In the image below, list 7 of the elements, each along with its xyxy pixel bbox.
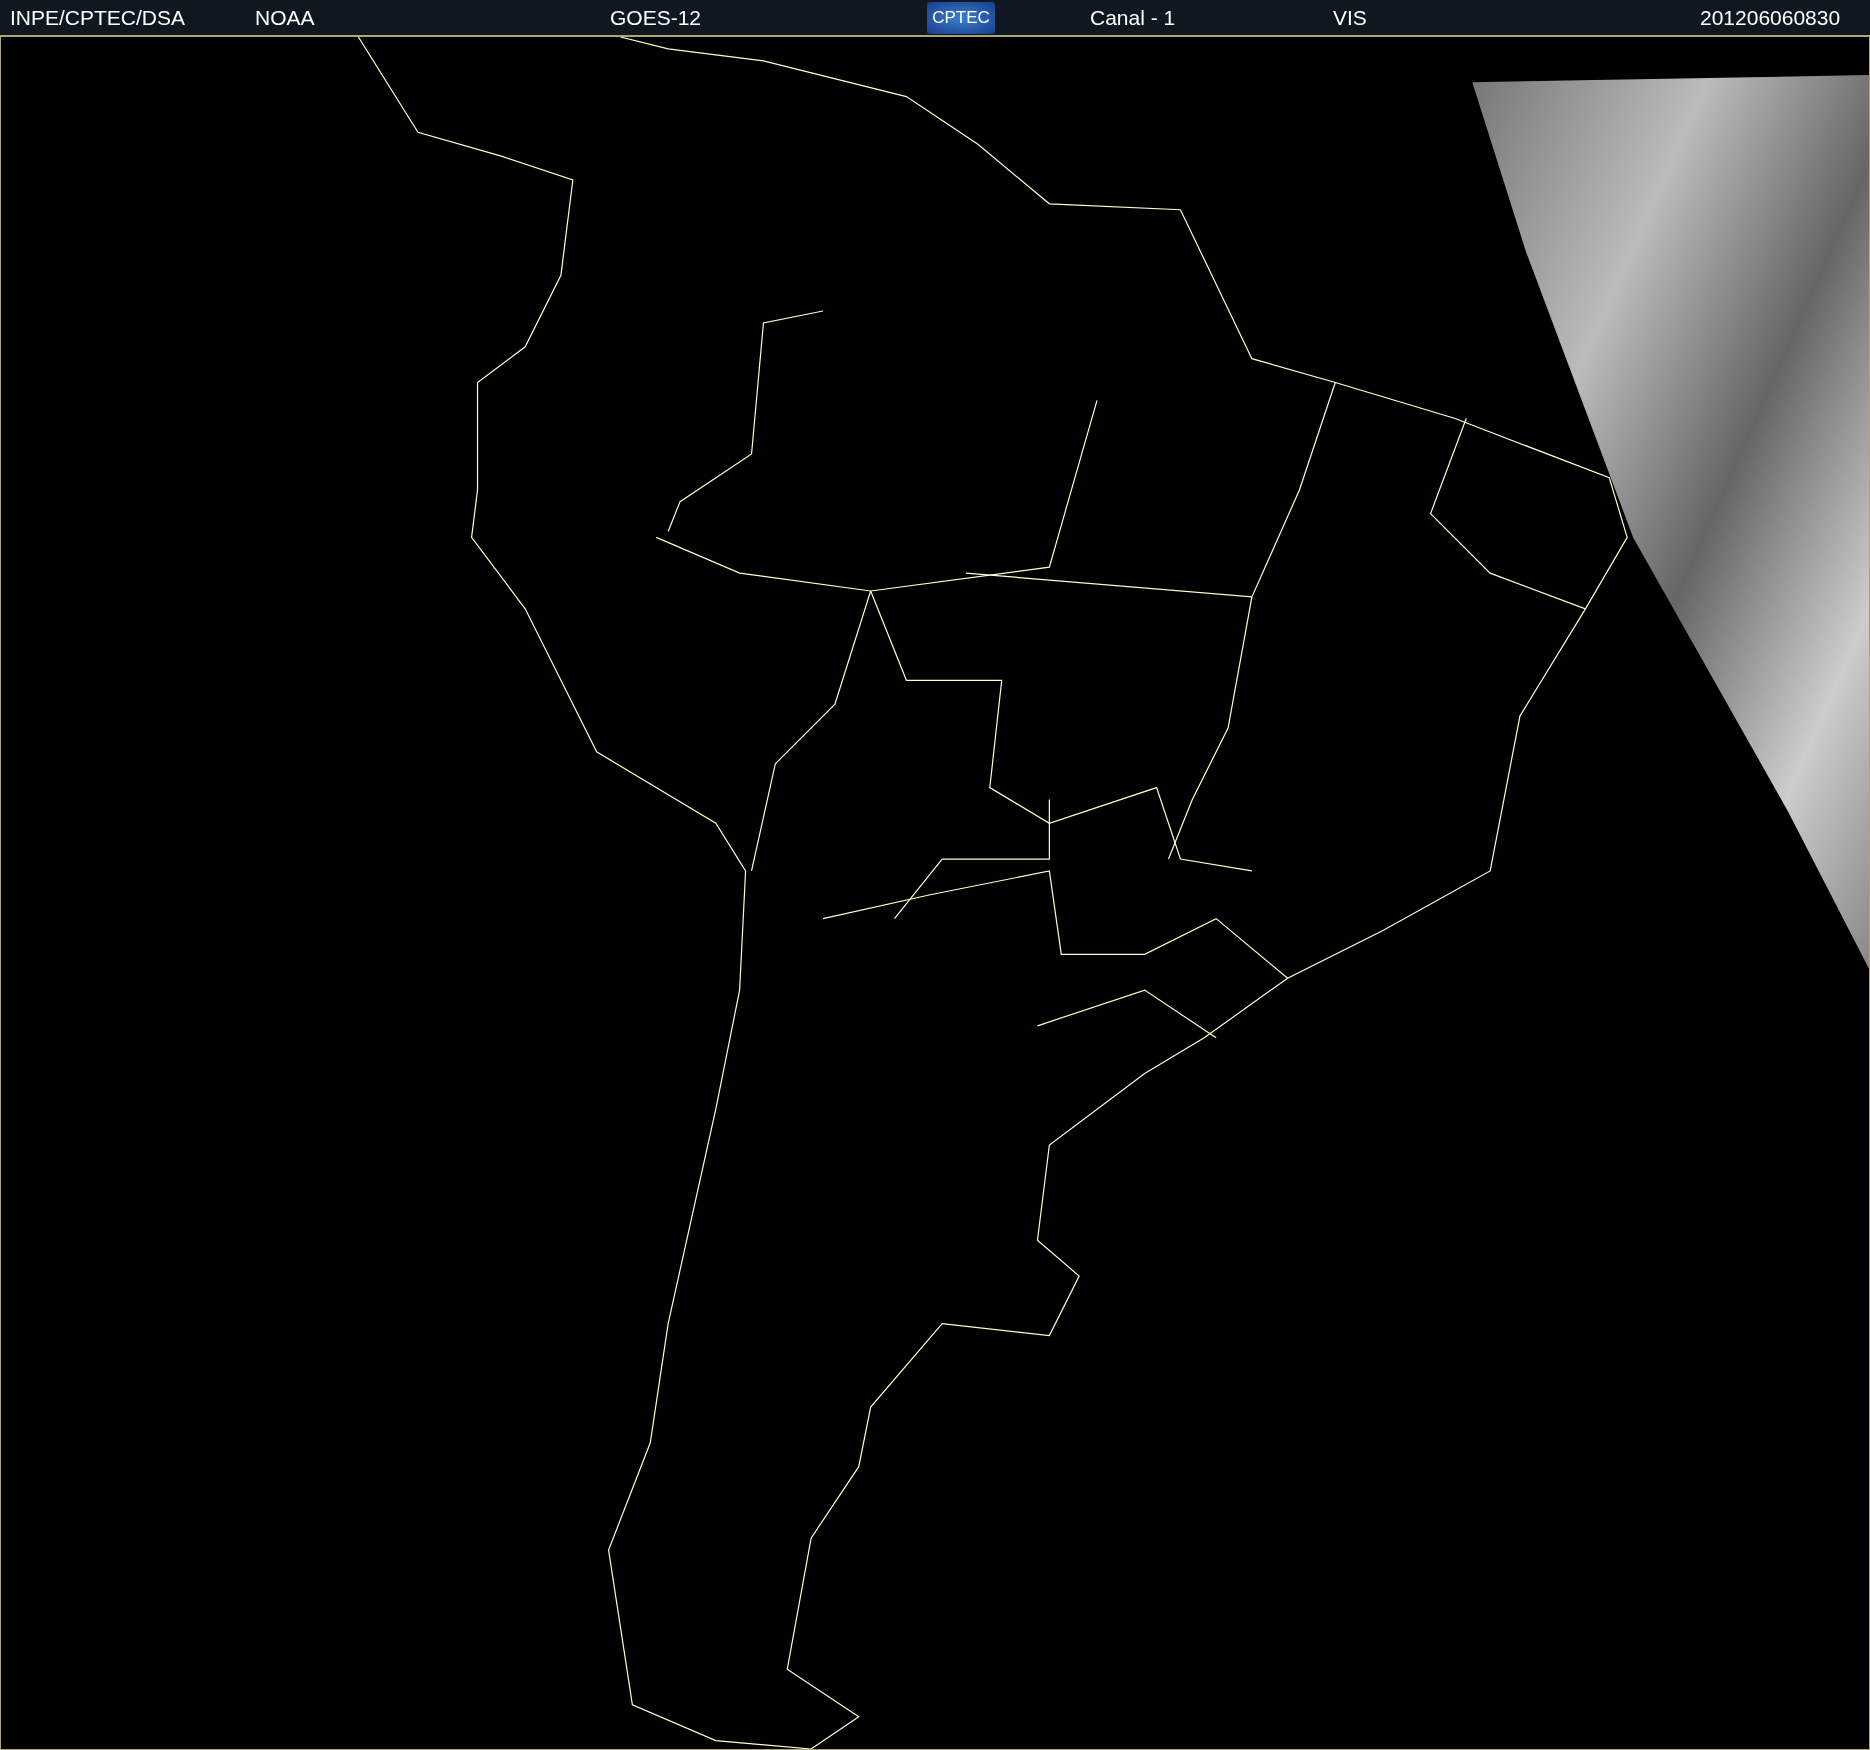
- band-label: VIS: [1333, 5, 1367, 30]
- channel-label: Canal - 1: [1090, 5, 1176, 30]
- satellite-label: GOES-12: [610, 5, 702, 30]
- logo: CPTEC: [927, 1, 995, 34]
- timestamp-label: 201206060830: [1700, 5, 1841, 30]
- source-label: INPE/CPTEC/DSA: [10, 5, 186, 30]
- agency-label: NOAA: [255, 5, 315, 30]
